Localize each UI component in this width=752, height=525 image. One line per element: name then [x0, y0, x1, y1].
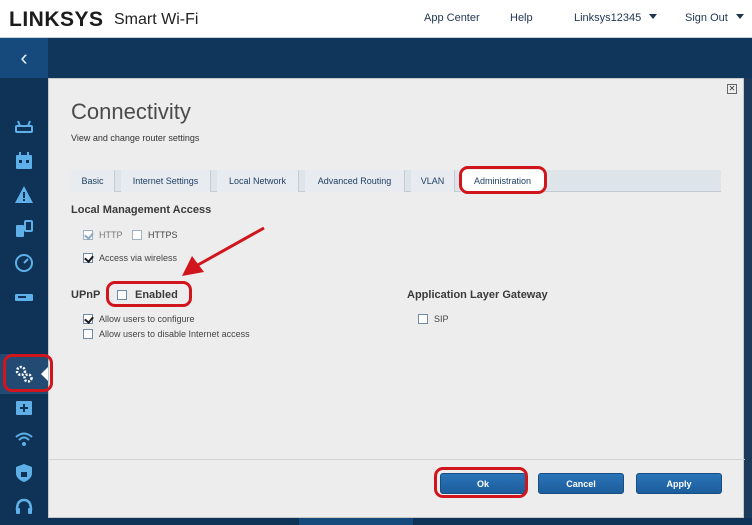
- brand-logo: LINKSYS: [9, 8, 104, 31]
- tab-local-network[interactable]: Local Network: [217, 170, 299, 192]
- storage-icon[interactable]: [13, 286, 35, 308]
- http-option[interactable]: HTTP: [83, 230, 123, 240]
- sip-label: SIP: [434, 314, 449, 324]
- wireless-access-option[interactable]: Access via wireless: [83, 253, 177, 263]
- brand-subtitle: Smart Wi-Fi: [114, 11, 199, 28]
- router-name: Linksys12345: [574, 12, 642, 24]
- allow-configure-label: Allow users to configure: [99, 314, 195, 324]
- gears-icon: [13, 363, 35, 385]
- footer-divider: [49, 459, 745, 460]
- page-title: Connectivity: [71, 99, 191, 124]
- apply-button[interactable]: Apply: [636, 473, 722, 494]
- wireless-access-label: Access via wireless: [99, 253, 178, 263]
- tab-bar: Basic Internet Settings Local Network Ad…: [71, 170, 721, 192]
- chevron-down-icon: [735, 14, 744, 19]
- sip-checkbox[interactable]: [418, 314, 428, 324]
- router-icon[interactable]: [13, 116, 35, 138]
- allow-configure-option[interactable]: Allow users to configure: [83, 314, 195, 324]
- back-button[interactable]: ‹: [0, 38, 48, 78]
- allow-disable-label: Allow users to disable Internet access: [99, 329, 250, 339]
- router-menu[interactable]: Linksys12345: [574, 12, 658, 24]
- wifi-icon[interactable]: [13, 428, 35, 450]
- allow-disable-checkbox[interactable]: [83, 329, 93, 339]
- top-bar: LINKSYS Smart Wi-Fi App Center Help Link…: [0, 0, 752, 38]
- https-label: HTTPS: [148, 230, 178, 240]
- http-checkbox[interactable]: [83, 230, 93, 240]
- tab-basic[interactable]: Basic: [71, 170, 115, 192]
- tab-administration[interactable]: Administration: [461, 170, 545, 192]
- https-checkbox[interactable]: [132, 230, 142, 240]
- tab-vlan[interactable]: VLAN: [411, 170, 455, 192]
- allow-disable-option[interactable]: Allow users to disable Internet access: [83, 329, 250, 339]
- header-strip: [0, 38, 752, 78]
- upnp-enabled-checkbox[interactable]: [117, 290, 127, 300]
- https-option[interactable]: HTTPS: [132, 230, 178, 240]
- close-icon[interactable]: ✕: [727, 84, 737, 94]
- cancel-button[interactable]: Cancel: [538, 473, 624, 494]
- sip-option[interactable]: SIP: [418, 314, 449, 324]
- warning-icon[interactable]: [13, 184, 35, 206]
- headset-icon[interactable]: [13, 496, 35, 518]
- upnp-enabled-option[interactable]: Enabled: [117, 289, 178, 301]
- connectivity-panel: ✕ Connectivity View and change router se…: [48, 78, 745, 518]
- wireless-access-checkbox[interactable]: [83, 253, 93, 263]
- bottom-tab: [299, 518, 413, 525]
- page-subtitle: View and change router settings: [71, 133, 200, 143]
- alg-heading: Application Layer Gateway: [407, 289, 548, 301]
- speed-icon[interactable]: [13, 252, 35, 274]
- security-icon[interactable]: [13, 462, 35, 484]
- upnp-heading: UPnP: [71, 289, 101, 301]
- upnp-enabled-label: Enabled: [135, 289, 178, 301]
- sidebar: ‹: [0, 38, 48, 525]
- tab-advanced-routing[interactable]: Advanced Routing: [305, 170, 405, 192]
- calendar-icon[interactable]: [13, 150, 35, 172]
- help-link[interactable]: Help: [510, 12, 533, 24]
- devices-icon[interactable]: [13, 218, 35, 240]
- active-pointer-icon: [41, 367, 48, 381]
- local-management-heading: Local Management Access: [71, 204, 212, 216]
- sidebar-item-connectivity[interactable]: [0, 354, 48, 394]
- app-center-link[interactable]: App Center: [424, 12, 480, 24]
- chevron-down-icon: [649, 14, 658, 19]
- sign-out-menu[interactable]: Sign Out: [685, 12, 744, 24]
- tab-internet-settings[interactable]: Internet Settings: [121, 170, 211, 192]
- ok-button[interactable]: Ok: [440, 473, 526, 494]
- allow-configure-checkbox[interactable]: [83, 314, 93, 324]
- http-label: HTTP: [99, 230, 123, 240]
- sign-out-label: Sign Out: [685, 12, 728, 24]
- health-icon[interactable]: [13, 396, 35, 418]
